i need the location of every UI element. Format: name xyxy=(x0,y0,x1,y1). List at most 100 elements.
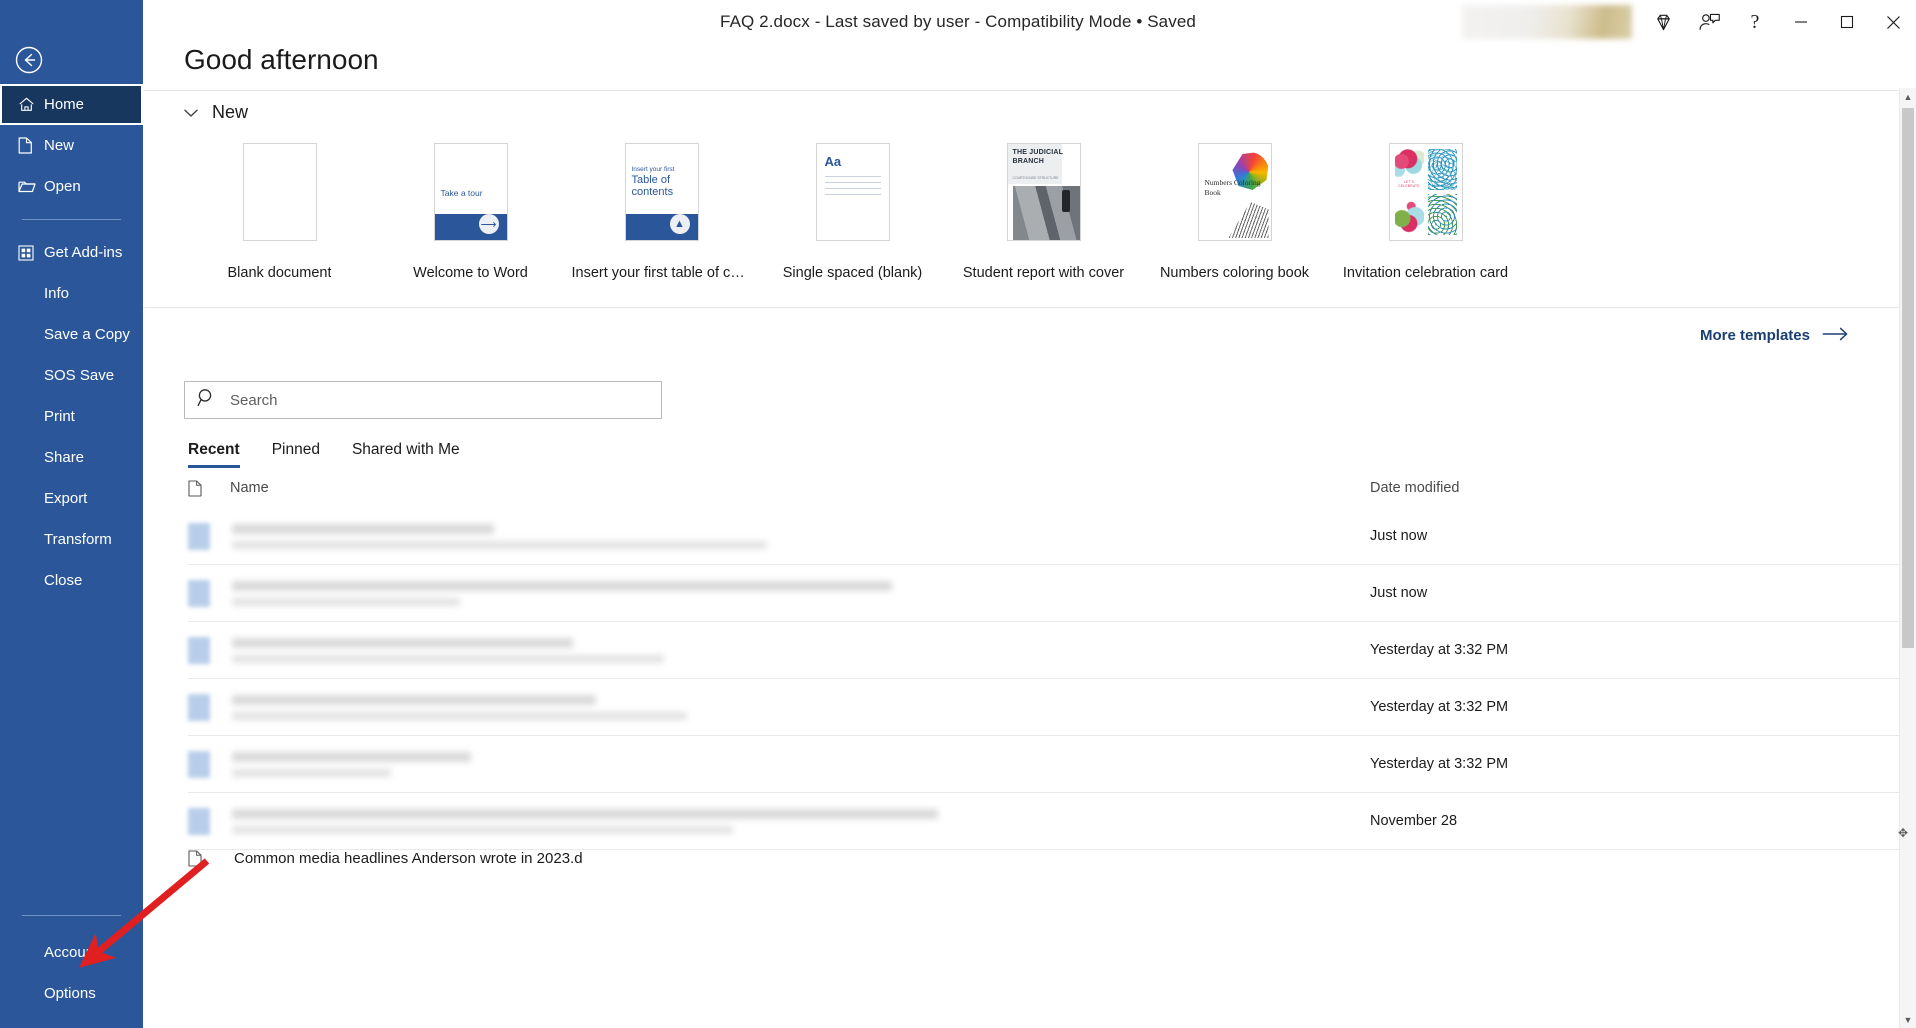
template-label: Student report with cover xyxy=(962,265,1125,281)
file-date-modified: Yesterday at 3:32 PM xyxy=(1370,642,1509,658)
tab-recent[interactable]: Recent xyxy=(188,441,240,468)
template-thumbnail: Take a tour ⟶ xyxy=(433,143,508,241)
thumb-title: Numbers Coloring Book xyxy=(1204,178,1261,197)
thumb-title: THE JUDICIAL BRANCH xyxy=(1012,149,1063,165)
column-header-name[interactable]: Name xyxy=(216,480,1370,496)
template-welcome-to-word[interactable]: Take a tour ⟶ Welcome to Word xyxy=(375,143,566,281)
help-icon[interactable]: ? xyxy=(1732,0,1778,44)
template-insert-table-of-contents[interactable]: Insert your first Table of contents ▲ In… xyxy=(566,143,757,281)
card-caption: LET'S CELEBRATE xyxy=(1431,180,1453,188)
sidebar-nav-top: Home New Open Get Add-ins Info Save a Co… xyxy=(0,84,143,601)
title-bar: FAQ 2.docx - Last saved by user - Compat… xyxy=(0,0,1916,44)
search-input[interactable] xyxy=(216,382,661,418)
file-name xyxy=(210,637,1370,663)
tab-pinned[interactable]: Pinned xyxy=(272,441,320,468)
chevron-up-icon[interactable]: ▲ xyxy=(1900,88,1916,105)
resize-grip-icon[interactable]: ✥ xyxy=(1898,826,1910,840)
more-templates-row: More templates xyxy=(143,307,1900,363)
chevron-down-icon[interactable]: ▼ xyxy=(1900,1011,1916,1028)
template-numbers-coloring-book[interactable]: Numbers Coloring Book Numbers coloring b… xyxy=(1139,143,1330,281)
thumb-text: Take a tour xyxy=(440,188,483,198)
sidebar-item-info[interactable]: Info xyxy=(0,273,143,314)
template-student-report-with-cover[interactable]: THE JUDICIAL BRANCH COURTHOUSE STRUCTURE… xyxy=(948,143,1139,281)
search-box[interactable] xyxy=(184,381,662,419)
sidebar-item-save-a-copy[interactable]: Save a Copy xyxy=(0,314,143,355)
tab-label: Recent xyxy=(188,441,240,458)
grid-icon xyxy=(18,244,44,261)
vertical-scrollbar[interactable]: ▲ ▼ xyxy=(1899,88,1916,1028)
table-row[interactable]: Yesterday at 3:32 PM xyxy=(188,736,1900,793)
backstage-sidebar: Home New Open Get Add-ins Info Save a Co… xyxy=(0,0,143,1028)
table-row[interactable]: November 28 xyxy=(188,793,1900,850)
thumb-title: Table of contents xyxy=(631,174,674,198)
sidebar-item-account[interactable]: Account xyxy=(0,932,143,973)
sidebar-item-close[interactable]: Close xyxy=(0,560,143,601)
sidebar-item-open[interactable]: Open xyxy=(0,166,143,207)
chevron-down-icon[interactable] xyxy=(184,102,198,123)
more-templates-link[interactable]: More templates xyxy=(1700,327,1848,345)
file-date-modified: November 28 xyxy=(1370,813,1458,829)
template-label: Insert your first table of con... xyxy=(571,265,752,281)
sidebar-item-export[interactable]: Export xyxy=(0,478,143,519)
sidebar-item-label: Home xyxy=(44,96,85,113)
sidebar-item-label: Share xyxy=(44,449,85,466)
sidebar-item-sos-save[interactable]: SOS Save xyxy=(0,355,143,396)
diamond-icon[interactable] xyxy=(1640,0,1686,44)
sidebar-item-label: SOS Save xyxy=(44,367,115,384)
word-backstage-window: Home New Open Get Add-ins Info Save a Co… xyxy=(0,0,1916,1028)
more-templates-label: More templates xyxy=(1699,327,1810,344)
account-info-redacted[interactable] xyxy=(1462,5,1632,39)
card-quadrant: LET'S CELEBRATE xyxy=(1394,149,1424,190)
card-quadrant: LET'S CELEBRATE xyxy=(1427,149,1457,190)
template-thumbnail: LET'S CELEBRATE LET'S CELEBRATE xyxy=(1388,143,1463,241)
sidebar-item-share[interactable]: Share xyxy=(0,437,143,478)
file-type-icon xyxy=(188,636,210,664)
file-date-modified: Yesterday at 3:32 PM xyxy=(1370,756,1509,772)
maximize-button[interactable] xyxy=(1824,0,1870,44)
sidebar-item-print[interactable]: Print xyxy=(0,396,143,437)
file-name xyxy=(210,580,1370,606)
table-row[interactable]: Just now xyxy=(188,508,1900,565)
page-title: Good afternoon xyxy=(184,44,379,75)
image-icon: ▲ xyxy=(669,214,690,234)
template-invitation-celebration-card[interactable]: LET'S CELEBRATE LET'S CELEBRATE Invitati… xyxy=(1330,143,1521,281)
sidebar-item-label: Get Add-ins xyxy=(44,244,123,261)
close-button[interactable] xyxy=(1870,0,1916,44)
template-single-spaced-blank[interactable]: Aa Single spaced (blank) xyxy=(757,143,948,281)
table-row[interactable]: Just now xyxy=(188,565,1900,622)
template-label: Single spaced (blank) xyxy=(782,265,923,281)
sidebar-item-transform[interactable]: Transform xyxy=(0,519,143,560)
file-type-icon xyxy=(188,693,210,721)
search-section xyxy=(184,381,1900,419)
new-section-title: New xyxy=(212,102,249,122)
table-row[interactable]: Yesterday at 3:32 PM xyxy=(188,679,1900,736)
scrollbar-thumb[interactable] xyxy=(1902,108,1914,648)
file-name: Common media headlines Anderson wrote in… xyxy=(234,850,583,867)
thumb-card-grid: LET'S CELEBRATE LET'S CELEBRATE xyxy=(1394,149,1457,235)
column-header-date[interactable]: Date modified xyxy=(1370,480,1790,496)
card-quadrant xyxy=(1394,194,1424,235)
thumb-text: Aa xyxy=(824,154,842,169)
thumb-subtitle: Insert your first xyxy=(631,166,675,173)
file-type-icon xyxy=(188,522,210,550)
minimize-button[interactable] xyxy=(1778,0,1824,44)
sidebar-divider-bottom xyxy=(22,915,121,916)
table-row[interactable]: Yesterday at 3:32 PM xyxy=(188,622,1900,679)
sidebar-item-new[interactable]: New xyxy=(0,125,143,166)
home-icon xyxy=(18,96,44,113)
card-caption: LET'S CELEBRATE xyxy=(1398,180,1420,188)
file-type-icon xyxy=(188,579,210,607)
tab-shared-with-me[interactable]: Shared with Me xyxy=(352,441,460,468)
sidebar-item-home[interactable]: Home xyxy=(0,84,143,125)
back-arrow-icon[interactable] xyxy=(14,45,44,75)
tab-label: Shared with Me xyxy=(351,441,460,458)
sidebar-item-get-add-ins[interactable]: Get Add-ins xyxy=(0,232,143,273)
sidebar-item-options[interactable]: Options xyxy=(0,973,143,1014)
card-quadrant xyxy=(1427,194,1457,235)
template-blank-document[interactable]: Blank document xyxy=(184,143,375,281)
new-section-header[interactable]: New xyxy=(184,102,1900,123)
file-name xyxy=(210,808,1370,834)
file-type-icon xyxy=(188,750,210,778)
table-row-partial[interactable]: Common media headlines Anderson wrote in… xyxy=(188,850,1900,890)
person-comment-icon[interactable] xyxy=(1686,0,1732,44)
